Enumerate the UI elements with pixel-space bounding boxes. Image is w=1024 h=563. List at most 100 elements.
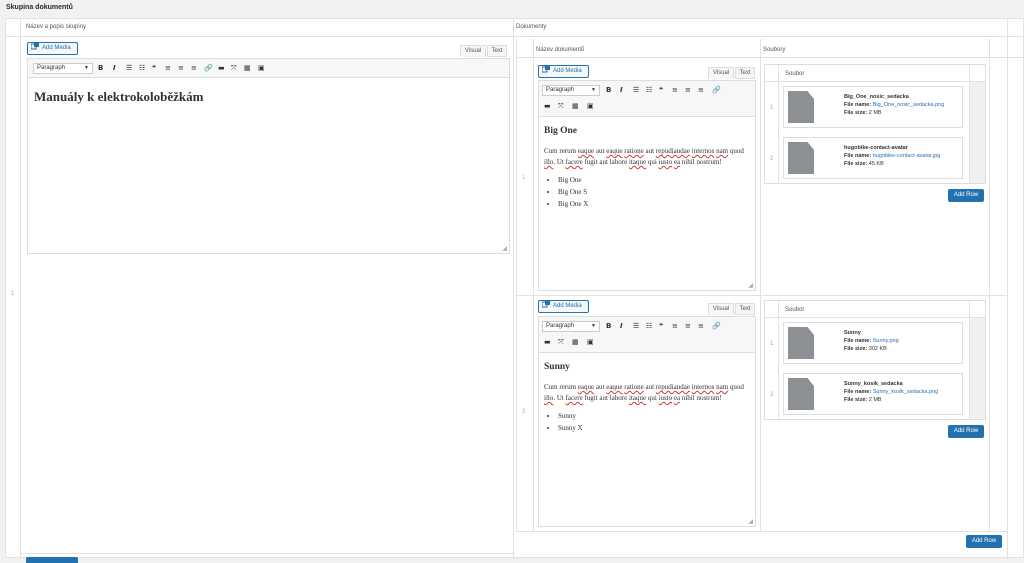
numbered-list-icon[interactable]: ☷	[646, 321, 652, 331]
blockquote-icon[interactable]: ❝	[152, 63, 156, 73]
toolbar-toggle-icon[interactable]: ▦	[572, 101, 579, 111]
align-center-icon[interactable]: ≡	[685, 85, 691, 95]
add-file-row-button[interactable]: Add Row	[948, 425, 984, 438]
align-right-icon[interactable]: ≡	[698, 321, 704, 331]
spellcheck-word: nam	[716, 147, 729, 155]
read-more-icon[interactable]: ▬	[544, 337, 551, 347]
resize-handle-icon[interactable]: ◢	[502, 245, 507, 252]
italic-icon[interactable]: I	[620, 321, 623, 331]
spellcheck-word: ratione	[624, 383, 644, 391]
spellcheck-word: eaque	[577, 383, 595, 391]
add-document-row-button[interactable]: Add Row	[966, 535, 1002, 548]
bullet-list-icon[interactable]: ☰	[633, 85, 639, 95]
column-header-files: Soubory	[763, 47, 786, 53]
format-select[interactable]: Paragraph ▼	[542, 85, 600, 96]
file-title: Big_One_nosic_sedacka	[844, 94, 909, 100]
spellcheck-word: internos	[691, 147, 715, 155]
add-file-row-button[interactable]: Add Row	[948, 189, 984, 202]
add-media-button[interactable]: Add Media	[27, 42, 78, 55]
read-more-icon[interactable]: ▬	[218, 63, 225, 73]
editor-toolbar: Paragraph ▼ B I ☰ ☷ ❝ ≡ ≡ ≡ 🔗 ▬ ⤧ ▦ ▣	[539, 81, 755, 117]
form-icon[interactable]: ▣	[258, 63, 265, 73]
document-editor[interactable]: Paragraph ▼ B I ☰ ☷ ❝ ≡ ≡ ≡ 🔗 ▬ ⤧ ▦ ▣ Sun…	[538, 316, 756, 527]
italic-icon[interactable]: I	[113, 63, 116, 73]
document-row-number: 2	[522, 409, 526, 415]
page-title: Skupina dokumentů	[6, 4, 73, 11]
document-title: Sunny	[544, 362, 570, 372]
file-link[interactable]: Big_One_nosic_sedacka.png	[873, 102, 945, 108]
fullscreen-icon[interactable]: ⤧	[558, 101, 564, 111]
italic-icon[interactable]: I	[620, 85, 623, 95]
file-size: 302 KB	[868, 346, 887, 352]
form-icon[interactable]: ▣	[587, 101, 594, 111]
file-link[interactable]: Sunny.png	[873, 338, 899, 344]
repeater-group: Název a popis skupiny Dokumenty 1 Add Me…	[5, 18, 1024, 563]
tab-text[interactable]: Text	[735, 303, 755, 315]
add-media-button[interactable]: Add Media	[538, 300, 589, 313]
tab-text[interactable]: Text	[487, 45, 507, 57]
list-item: Big One S	[558, 186, 749, 198]
numbered-list-icon[interactable]: ☷	[139, 63, 145, 73]
tab-visual[interactable]: Visual	[708, 303, 734, 315]
read-more-icon[interactable]: ▬	[544, 101, 551, 111]
blockquote-icon[interactable]: ❝	[659, 321, 663, 331]
form-icon[interactable]: ▣	[587, 337, 594, 347]
toolbar-toggle-icon[interactable]: ▦	[244, 63, 251, 73]
files-header: Soubor	[785, 71, 805, 77]
resize-handle-icon[interactable]: ◢	[748, 518, 753, 525]
bullet-list-icon[interactable]: ☰	[126, 63, 132, 73]
align-left-icon[interactable]: ≡	[672, 85, 678, 95]
document-editor[interactable]: Paragraph ▼ B I ☰ ☷ ❝ ≡ ≡ ≡ 🔗 ▬ ⤧ ▦ ▣ Big…	[538, 80, 756, 291]
editor-toolbar: Paragraph ▼ B I ☰ ☷ ❝ ≡ ≡ ≡ 🔗 ▬ ⤧ ▦ ▣	[28, 59, 509, 78]
spellcheck-word: iusto	[658, 158, 673, 166]
toolbar-toggle-icon[interactable]: ▦	[572, 337, 579, 347]
align-right-icon[interactable]: ≡	[191, 63, 197, 73]
tab-visual[interactable]: Visual	[708, 67, 734, 79]
file-item[interactable]: Big_One_nosic_sedacka File name: Big_One…	[783, 86, 963, 128]
file-row-number: 2	[770, 392, 774, 398]
spellcheck-word: eaque	[606, 147, 623, 155]
fullscreen-icon[interactable]: ⤧	[231, 63, 237, 73]
file-link[interactable]: hugobike-contact-avatar.jpg	[873, 153, 941, 159]
file-size: 45 KB	[868, 161, 884, 167]
align-left-icon[interactable]: ≡	[672, 321, 678, 331]
file-item[interactable]: Sunny File name: Sunny.png File size: 30…	[783, 322, 963, 364]
link-icon[interactable]: 🔗	[712, 321, 721, 331]
align-center-icon[interactable]: ≡	[685, 321, 691, 331]
link-icon[interactable]: 🔗	[712, 85, 721, 95]
file-link[interactable]: Sunny_kosik_sedacka.png	[873, 389, 938, 395]
file-item[interactable]: Sunny_kosik_sedacka File name: Sunny_kos…	[783, 373, 963, 415]
fullscreen-icon[interactable]: ⤧	[558, 337, 564, 347]
numbered-list-icon[interactable]: ☷	[646, 85, 652, 95]
align-right-icon[interactable]: ≡	[698, 85, 704, 95]
align-left-icon[interactable]: ≡	[165, 63, 171, 73]
column-header-document-names: Název dokumentů	[536, 47, 585, 53]
group-description-editor[interactable]: Paragraph ▼ B I ☰ ☷ ❝ ≡ ≡ ≡ 🔗 ▬ ⤧ ▦ ▣ Man…	[27, 58, 510, 254]
bold-icon[interactable]: B	[606, 321, 611, 331]
spellcheck-word: repudiandae	[655, 383, 691, 391]
file-item[interactable]: hugobike-contact-avatar File name: hugob…	[783, 137, 963, 179]
link-icon[interactable]: 🔗	[204, 63, 213, 73]
file-size: 2 MB	[868, 110, 882, 116]
resize-handle-icon[interactable]: ◢	[748, 282, 753, 289]
editor-toolbar: Paragraph ▼ B I ☰ ☷ ❝ ≡ ≡ ≡ 🔗 ▬ ⤧ ▦ ▣	[539, 317, 755, 353]
format-select[interactable]: Paragraph ▼	[33, 63, 93, 74]
spellcheck-word: eaque	[577, 147, 595, 155]
document-title: Big One	[544, 126, 577, 136]
tab-text[interactable]: Text	[735, 67, 755, 79]
list-item: Big One X	[558, 198, 749, 210]
format-select[interactable]: Paragraph ▼	[542, 321, 600, 332]
add-media-button[interactable]: Add Media	[538, 65, 589, 78]
files-header: Soubor	[785, 307, 805, 313]
row-number: 1	[11, 291, 15, 297]
bullet-list-icon[interactable]: ☰	[633, 321, 639, 331]
column-header-name-description: Název a popis skupiny	[26, 24, 87, 30]
spellcheck-word: itaque	[628, 158, 647, 166]
tab-visual[interactable]: Visual	[460, 45, 486, 57]
bold-icon[interactable]: B	[606, 85, 611, 95]
align-center-icon[interactable]: ≡	[178, 63, 184, 73]
spellcheck-word: illo	[544, 158, 554, 166]
media-icon	[541, 301, 550, 308]
bold-icon[interactable]: B	[98, 63, 103, 73]
blockquote-icon[interactable]: ❝	[659, 85, 663, 95]
